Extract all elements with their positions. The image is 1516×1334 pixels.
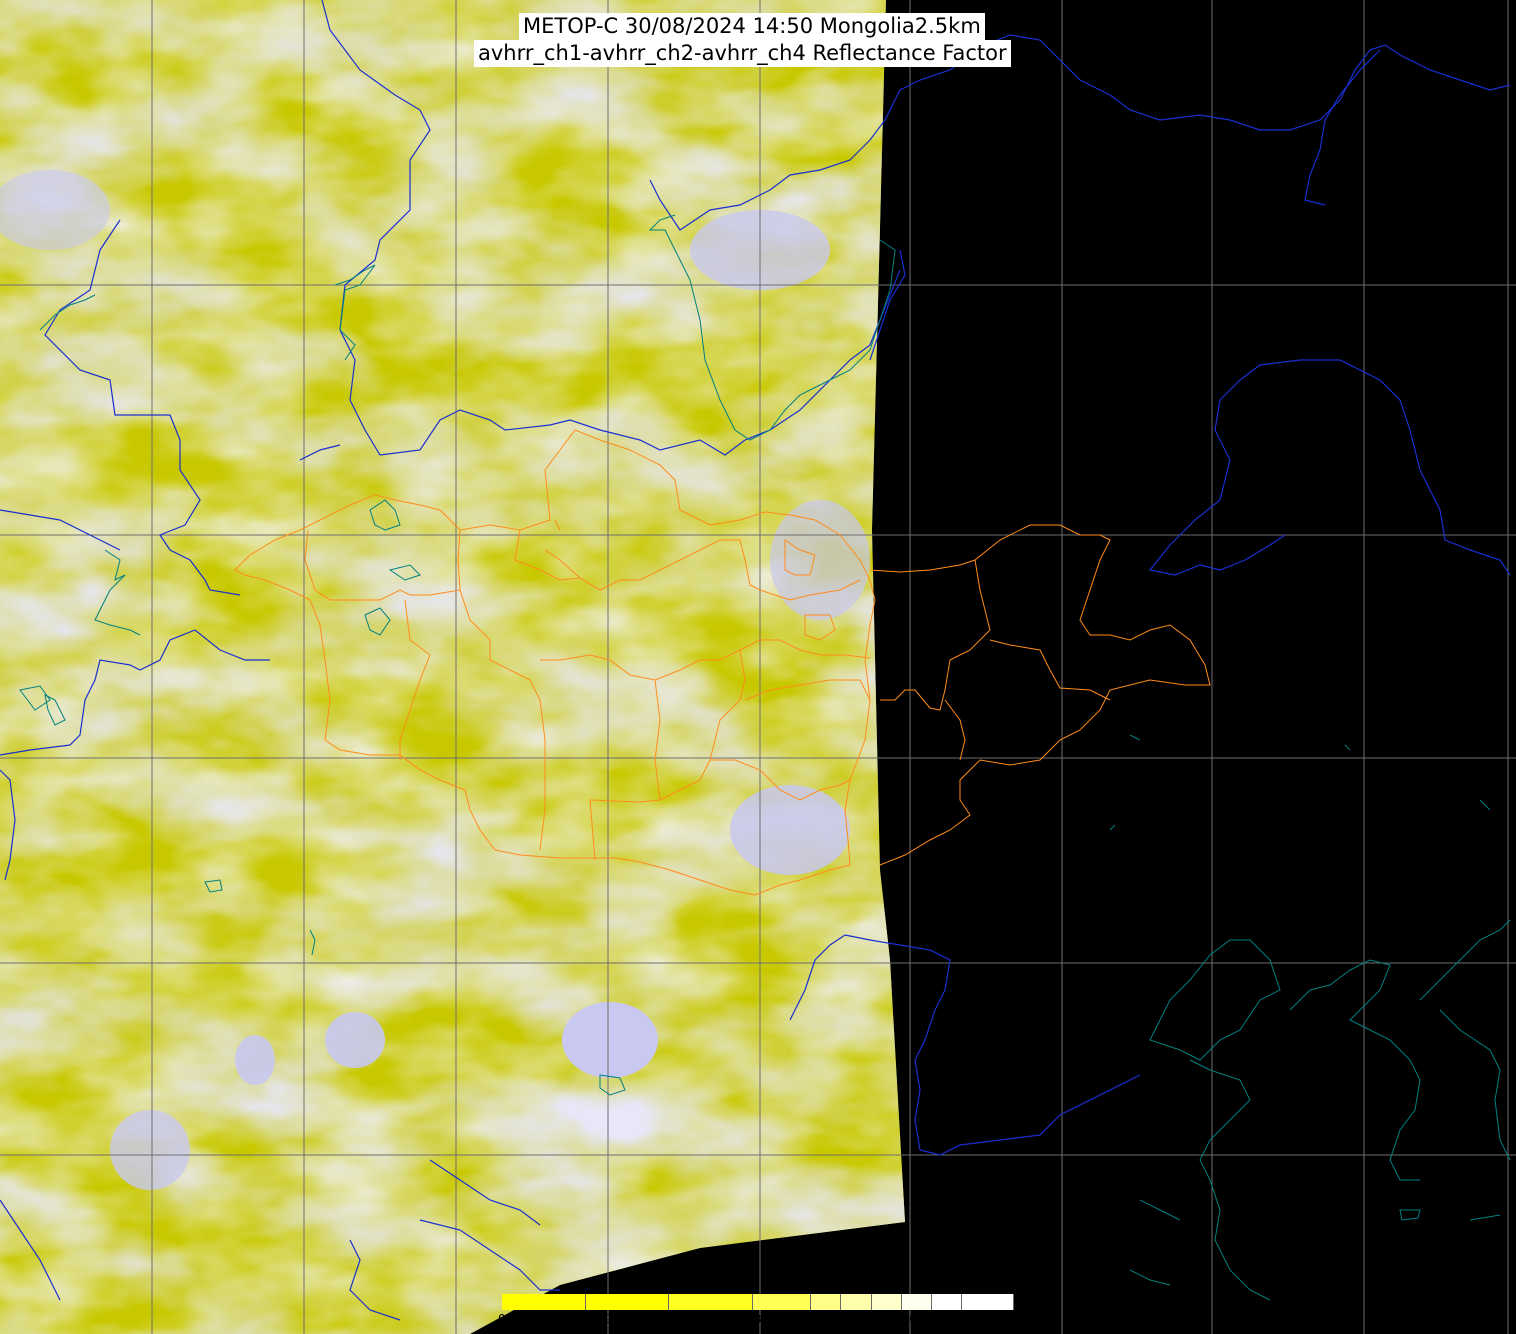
colorbar-label-20: 20.00	[686, 1312, 721, 1326]
colorbar-label-30: 30.00	[754, 1312, 789, 1326]
title-line-1: METOP-C 30/08/2024 14:50 Mongolia2.5km	[519, 13, 985, 40]
colorbar-label-70: 70.00	[890, 1312, 925, 1326]
colorbar-segment	[962, 1294, 1015, 1310]
title-line-2: avhrr_ch1-avhrr_ch2-avhrr_ch4 Reflectanc…	[474, 40, 1011, 67]
colorbar	[502, 1294, 1015, 1310]
colorbar-segment	[502, 1294, 586, 1310]
satellite-map	[0, 0, 1516, 1334]
colorbar-label-0: 0.00%	[498, 1312, 537, 1326]
colorbar-segment	[585, 1294, 670, 1310]
colorbar-label-10: 10.00	[585, 1312, 620, 1326]
colorbar-segment	[669, 1294, 753, 1310]
colorbar-label-90: 90.00	[958, 1312, 993, 1326]
colorbar-segment	[841, 1294, 872, 1310]
colorbar-segment	[931, 1294, 963, 1310]
colorbar-segment	[811, 1294, 842, 1310]
colorbar-segment	[752, 1294, 812, 1310]
colorbar-segment	[901, 1294, 932, 1310]
colorbar-segment	[871, 1294, 902, 1310]
colorbar-label-50: 50.00	[820, 1312, 855, 1326]
